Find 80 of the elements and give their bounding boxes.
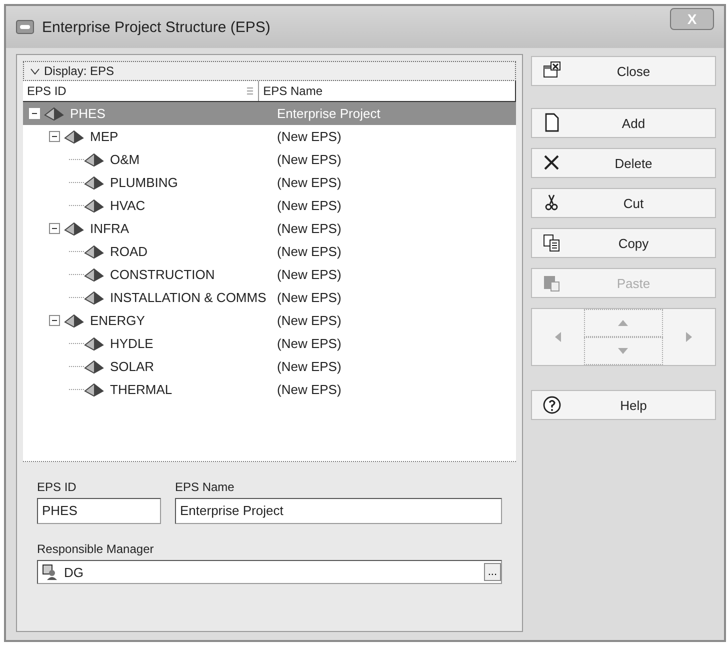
eps-name: (New EPS) [276, 221, 342, 236]
eps-id: THERMAL [110, 382, 172, 397]
pyramid-icon [64, 130, 84, 144]
tree-row[interactable]: PLUMBING (New EPS) [23, 171, 516, 194]
pyramid-icon [64, 222, 84, 236]
tree-row[interactable]: CONSTRUCTION (New EPS) [23, 263, 516, 286]
help-button[interactable]: Help [531, 390, 716, 420]
eps-name: (New EPS) [276, 175, 342, 190]
eps-id: MEP [90, 129, 118, 144]
pyramid-icon [84, 290, 104, 304]
tree-row[interactable]: ROAD (New EPS) [23, 240, 516, 263]
tree-row[interactable]: MEP (New EPS) [23, 125, 516, 148]
pyramid-icon [84, 268, 104, 282]
eps-id: HYDLE [110, 336, 154, 351]
column-title: EPS ID [27, 84, 66, 98]
pyramid-icon [64, 314, 84, 328]
column-header[interactable]: EPS Name [259, 81, 516, 101]
tree-row[interactable]: ENERGY (New EPS) [23, 309, 516, 332]
tree-row[interactable]: SOLAR (New EPS) [23, 355, 516, 378]
eps-name-field[interactable]: Enterprise Project [175, 498, 502, 524]
eps-id: HVAC [110, 198, 146, 213]
pyramid-icon [44, 106, 64, 120]
eps-id: O&M [110, 152, 140, 167]
eps-id: ROAD [110, 244, 148, 259]
eps-name: (New EPS) [276, 290, 342, 305]
copy-button[interactable]: Copy [531, 228, 716, 258]
tree-row[interactable]: HYDLE (New EPS) [23, 332, 516, 355]
column-header[interactable]: EPS ID [23, 81, 260, 101]
paste-icon [542, 273, 562, 293]
delete-button[interactable]: Delete [531, 148, 716, 178]
eps-id: INSTALLATION & COMMS [110, 290, 266, 305]
eps-name: Enterprise Project [276, 106, 380, 121]
eps-id: ENERGY [90, 313, 145, 328]
tree-row[interactable]: INSTALLATION & COMMS (New EPS) [23, 286, 516, 309]
eps-name: (New EPS) [276, 198, 342, 213]
eps-id: CONSTRUCTION [110, 267, 215, 282]
eps-id: PHES [70, 106, 106, 121]
field-label: EPS ID [37, 480, 78, 494]
collapse-icon[interactable] [49, 223, 60, 234]
eps-name: (New EPS) [276, 129, 342, 144]
pyramid-icon [84, 198, 104, 212]
browse-button[interactable]: ... [484, 563, 501, 581]
pyramid-icon [84, 152, 104, 166]
manager-field[interactable]: DG ... [37, 560, 502, 584]
pyramid-icon [84, 336, 104, 350]
eps-name: (New EPS) [276, 336, 342, 351]
pyramid-icon [84, 360, 104, 374]
pyramid-icon [84, 176, 104, 190]
display-label: Display: EPS [44, 64, 114, 78]
eps-name: (New EPS) [276, 382, 342, 397]
copy-icon [542, 233, 562, 253]
collapse-icon[interactable] [49, 315, 60, 326]
users-icon [42, 564, 58, 580]
display-bar[interactable]: Display: EPS [23, 61, 516, 81]
help-icon [542, 395, 562, 415]
collapse-icon[interactable] [49, 131, 60, 142]
window-title: Enterprise Project Structure (EPS) [42, 18, 272, 36]
field-label: EPS Name [175, 480, 236, 494]
tree-row[interactable]: O&M (New EPS) [23, 148, 516, 171]
sort-icon [246, 86, 254, 96]
eps-id: SOLAR [110, 359, 154, 374]
tree-row[interactable]: THERMAL (New EPS) [23, 378, 516, 401]
eps-name: (New EPS) [276, 152, 342, 167]
tree-row[interactable]: HVAC (New EPS) [23, 194, 516, 217]
eps-id: PLUMBING [110, 175, 178, 190]
tree-row[interactable]: INFRA (New EPS) [23, 217, 516, 240]
pyramid-icon [84, 244, 104, 258]
cut-button[interactable]: Cut [531, 188, 716, 218]
close-button[interactable]: Close [531, 56, 716, 86]
pyramid-icon [84, 382, 104, 396]
eps-name: (New EPS) [276, 244, 342, 259]
eps-id-field[interactable]: PHES [37, 498, 161, 524]
eps-name: (New EPS) [276, 313, 342, 328]
eps-name: (New EPS) [276, 267, 342, 282]
window-icon [16, 20, 34, 34]
add-button[interactable]: Add [531, 108, 716, 138]
eps-id: INFRA [90, 221, 129, 236]
eps-name: (New EPS) [276, 359, 342, 374]
caret-icon [30, 68, 40, 74]
field-label: Responsible Manager [37, 542, 155, 556]
